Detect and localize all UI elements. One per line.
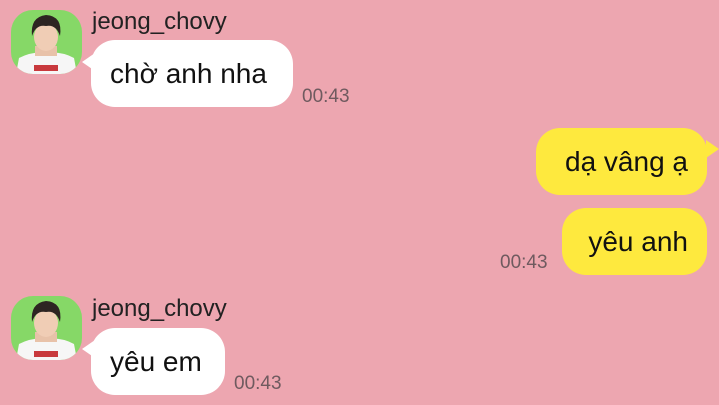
message-bubble-incoming[interactable]: yêu em [91,328,225,395]
message-timestamp: 00:43 [234,373,282,394]
message-bubble-incoming[interactable]: chờ anh nha [91,40,293,107]
sender-name: jeong_chovy [92,8,227,35]
message-timestamp: 00:43 [302,86,350,107]
sender-avatar[interactable] [11,296,82,360]
message-bubble-outgoing[interactable]: yêu anh [562,208,707,275]
message-bubble-outgoing[interactable]: dạ vâng ạ [536,128,707,195]
message-timestamp: 00:43 [500,252,548,273]
sender-name: jeong_chovy [92,295,227,322]
sender-avatar[interactable] [11,10,82,74]
bubble-tail [706,140,719,158]
